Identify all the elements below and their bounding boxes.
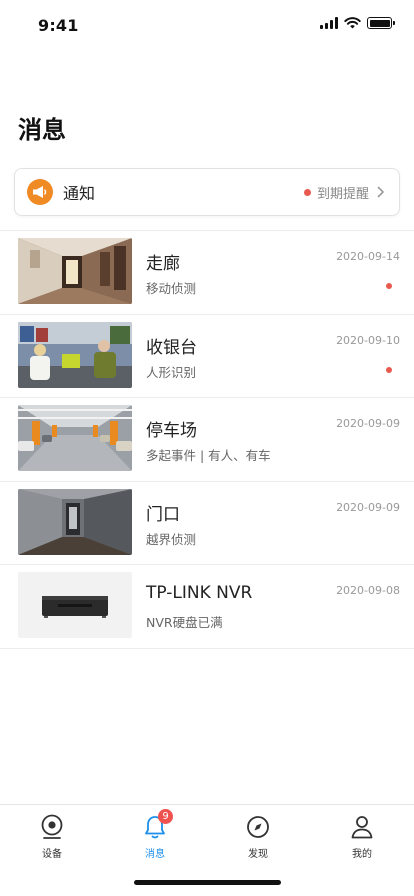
tab-me[interactable]: 我的	[332, 813, 392, 860]
message-date: 2020-09-09	[336, 500, 400, 514]
message-subtitle: 多起事件 | 有人、有车	[146, 448, 271, 463]
message-list: 走廊 移动侦测 2020-09-14 收银台 人形识别 2020-09-10 停…	[0, 231, 414, 649]
message-date: 2020-09-08	[336, 584, 400, 597]
message-item-cashier[interactable]: 收银台 人形识别 2020-09-10	[0, 315, 414, 398]
message-title: 门口	[146, 504, 180, 525]
unread-dot	[386, 283, 392, 289]
megaphone-icon	[27, 179, 53, 205]
person-icon	[332, 813, 392, 841]
status-time: 9:41	[38, 16, 79, 35]
tab-devices[interactable]: 设备	[22, 813, 82, 860]
unread-count-badge: 9	[158, 809, 173, 824]
message-item-nvr[interactable]: TP-LINK NVR NVR硬盘已满 2020-09-08	[0, 565, 414, 649]
message-subtitle: 越界侦测	[146, 531, 197, 547]
message-date: 2020-09-10	[336, 333, 400, 347]
compass-icon	[228, 813, 288, 841]
status-bar: 9:41	[0, 0, 414, 48]
bell-icon: 9	[125, 809, 185, 841]
home-indicator[interactable]	[134, 880, 281, 885]
tab-messages[interactable]: 9 消息	[125, 809, 185, 860]
message-date: 2020-09-14	[336, 250, 400, 263]
notice-card[interactable]: 通知 到期提醒	[14, 168, 400, 216]
expiry-reminder-label: 到期提醒	[316, 186, 369, 202]
message-title: 停车场	[146, 421, 197, 441]
message-item-hallway[interactable]: 走廊 移动侦测 2020-09-14	[0, 231, 414, 315]
tab-label: 发现	[248, 849, 268, 860]
page-title: 消息	[18, 116, 66, 144]
nvr-device-thumbnail	[18, 572, 132, 638]
cellular-signal-icon	[320, 17, 338, 29]
notice-label: 通知	[63, 184, 96, 203]
parking-thumbnail	[18, 405, 132, 471]
doorway-thumbnail	[18, 488, 132, 555]
tab-label: 我的	[352, 849, 372, 860]
message-item-doorway[interactable]: 门口 越界侦测 2020-09-09	[0, 482, 414, 565]
cashier-thumbnail	[18, 321, 132, 388]
wifi-icon	[344, 17, 361, 29]
unread-dot	[386, 366, 392, 373]
message-subtitle: 移动侦测	[146, 281, 197, 296]
chevron-right-icon	[377, 186, 384, 198]
message-subtitle: NVR硬盘已满	[146, 615, 223, 630]
tab-label: 消息	[145, 849, 165, 860]
status-icons	[320, 17, 395, 29]
unread-dot	[303, 188, 311, 196]
message-item-parking[interactable]: 停车场 多起事件 | 有人、有车 2020-09-09	[0, 398, 414, 482]
hallway-thumbnail	[18, 238, 132, 304]
tab-discover[interactable]: 发现	[228, 813, 288, 860]
message-title: 走廊	[146, 254, 180, 274]
camera-icon	[22, 813, 82, 841]
message-title: 收银台	[146, 337, 197, 358]
battery-icon	[367, 17, 395, 29]
message-date: 2020-09-09	[336, 417, 400, 430]
message-title: TP-LINK NVR	[146, 583, 253, 603]
message-subtitle: 人形识别	[146, 364, 197, 380]
tab-label: 设备	[42, 849, 62, 860]
expiry-reminder[interactable]: 到期提醒	[303, 183, 385, 202]
